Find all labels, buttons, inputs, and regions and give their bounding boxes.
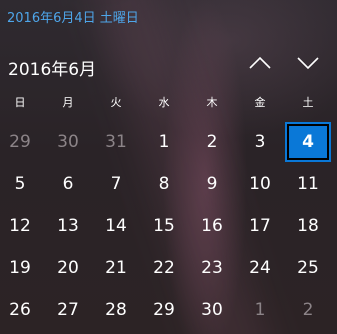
- calendar-day[interactable]: 8: [144, 166, 184, 202]
- calendar-day[interactable]: 25: [288, 250, 328, 286]
- calendar-day[interactable]: 24: [240, 250, 280, 286]
- calendar-day[interactable]: 1: [240, 292, 280, 328]
- calendar-day[interactable]: 29: [0, 124, 40, 160]
- calendar-day[interactable]: 2: [288, 292, 328, 328]
- calendar-day[interactable]: 1: [144, 124, 184, 160]
- calendar-day[interactable]: 16: [192, 208, 232, 244]
- previous-month-button[interactable]: [247, 50, 273, 76]
- calendar-day[interactable]: 9: [192, 166, 232, 202]
- calendar-day[interactable]: 29: [144, 292, 184, 328]
- calendar-week: 12 13 14 15 16 17 18: [0, 208, 337, 244]
- calendar-day[interactable]: 11: [288, 166, 328, 202]
- calendar-day[interactable]: 22: [144, 250, 184, 286]
- calendar-day[interactable]: 2: [192, 124, 232, 160]
- calendar-week: 29 30 31 1 2 3 4: [0, 122, 337, 162]
- calendar-day[interactable]: 18: [288, 208, 328, 244]
- calendar-day[interactable]: 17: [240, 208, 280, 244]
- calendar-day[interactable]: 31: [96, 124, 136, 160]
- calendar-day[interactable]: 27: [48, 292, 88, 328]
- calendar-day[interactable]: 28: [96, 292, 136, 328]
- current-date-link[interactable]: 2016年6月4日 土曜日: [7, 7, 139, 26]
- calendar-day[interactable]: 30: [192, 292, 232, 328]
- calendar-day[interactable]: 10: [240, 166, 280, 202]
- calendar-day[interactable]: 14: [96, 208, 136, 244]
- calendar-day[interactable]: 20: [48, 250, 88, 286]
- calendar-day[interactable]: 13: [48, 208, 88, 244]
- calendar-day[interactable]: 23: [192, 250, 232, 286]
- calendar-day[interactable]: 26: [0, 292, 40, 328]
- weekday-fri: 金: [254, 96, 266, 109]
- calendar-day[interactable]: 3: [240, 124, 280, 160]
- chevron-down-icon: [297, 57, 319, 70]
- calendar-day[interactable]: 15: [144, 208, 184, 244]
- next-month-button[interactable]: [295, 50, 321, 76]
- calendar-day[interactable]: 30: [48, 124, 88, 160]
- weekday-tue: 火: [110, 96, 122, 109]
- month-title-button[interactable]: 2016年6月: [8, 55, 96, 80]
- weekday-sun: 日: [14, 96, 26, 109]
- calendar-week: 19 20 21 22 23 24 25: [0, 250, 337, 286]
- calendar-day-selected[interactable]: 4: [285, 122, 331, 162]
- calendar-day[interactable]: 6: [48, 166, 88, 202]
- calendar-day[interactable]: 7: [96, 166, 136, 202]
- weekday-mon: 月: [62, 96, 74, 109]
- weekday-header: 日 月 火 水 木 金 土: [0, 94, 337, 112]
- calendar-day[interactable]: 21: [96, 250, 136, 286]
- weekday-thu: 木: [206, 96, 218, 109]
- calendar-day[interactable]: 12: [0, 208, 40, 244]
- calendar-day[interactable]: 19: [0, 250, 40, 286]
- calendar-week: 5 6 7 8 9 10 11: [0, 166, 337, 202]
- calendar-day[interactable]: 5: [0, 166, 40, 202]
- calendar-week: 26 27 28 29 30 1 2: [0, 292, 337, 328]
- weekday-sat: 土: [302, 96, 314, 109]
- chevron-up-icon: [249, 56, 271, 69]
- weekday-wed: 水: [158, 96, 170, 109]
- calendar-flyout: 2016年6月4日 土曜日 2016年6月 日 月 火 水 木 金 土 29 3…: [0, 0, 337, 334]
